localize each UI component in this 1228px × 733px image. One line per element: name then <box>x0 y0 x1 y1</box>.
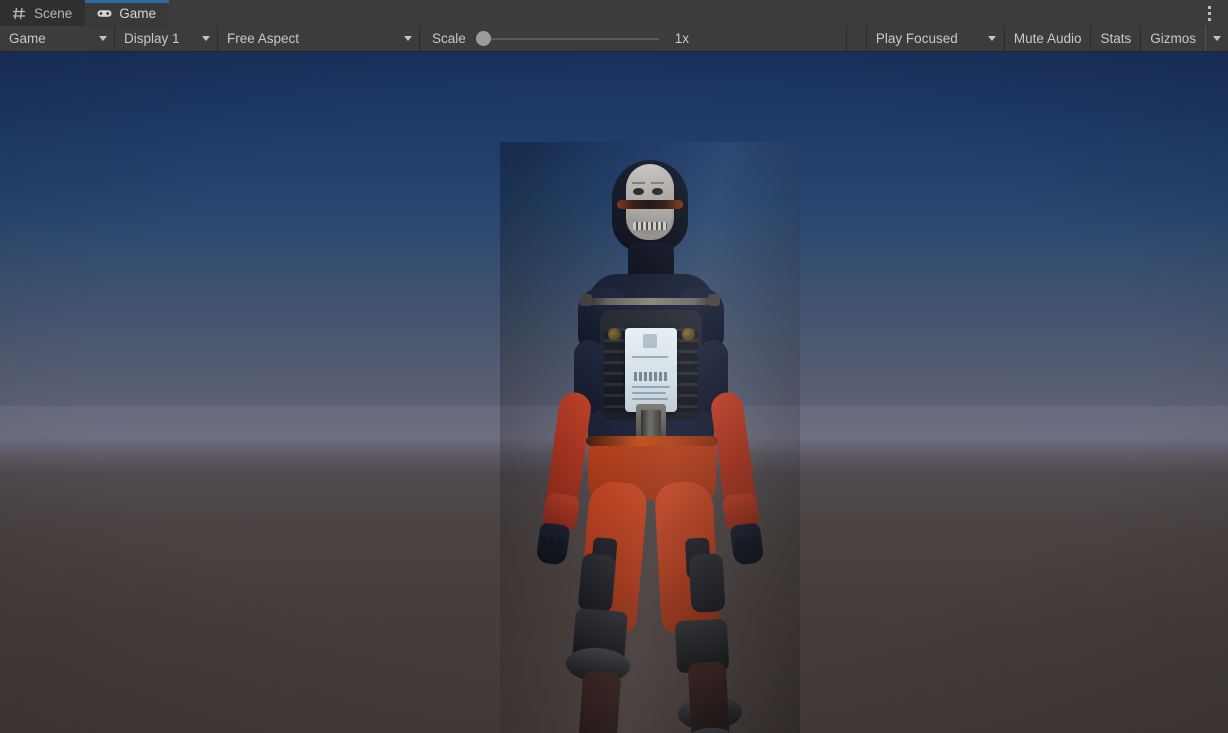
character-hand-left <box>535 522 571 566</box>
chevron-down-icon <box>404 36 412 41</box>
scale-slider-handle[interactable] <box>475 31 491 46</box>
mute-audio-label: Mute Audio <box>1013 31 1082 46</box>
paper-line <box>632 398 668 400</box>
character-finger <box>539 536 547 557</box>
held-paper-document <box>625 328 677 412</box>
display-dropdown[interactable]: Display 1 <box>115 26 218 51</box>
character-knee-pad-right <box>688 553 726 613</box>
gizmos-control: Gizmos <box>1140 26 1228 51</box>
aspect-ratio-label: Free Aspect <box>227 31 300 46</box>
tab-game[interactable]: Game <box>85 0 170 26</box>
paper-line <box>632 356 668 358</box>
toolbar-spacer <box>847 26 866 51</box>
scale-slider-track <box>486 37 659 40</box>
scale-control[interactable]: Scale 1x <box>420 26 847 51</box>
scale-value: 1x <box>674 31 690 46</box>
target-display-dropdown[interactable]: Game <box>0 26 115 51</box>
display-label: Display 1 <box>124 31 180 46</box>
character-shin-left <box>576 670 622 733</box>
game-view-viewport[interactable] <box>0 52 1228 733</box>
character-clavicle-cap <box>708 294 720 306</box>
character-armor-stud <box>608 328 621 341</box>
tab-scene[interactable]: Scene <box>0 0 86 26</box>
character-armor-stud <box>682 328 695 341</box>
character-finger <box>555 538 563 560</box>
play-mode-dropdown[interactable]: Play Focused <box>865 26 1004 51</box>
toolbar-right-group: Play Focused Mute Audio Stats Gizmos <box>865 26 1228 51</box>
chevron-down-icon <box>202 36 210 41</box>
character-hand-right <box>729 522 765 566</box>
character-eye <box>652 188 663 195</box>
gizmos-button[interactable]: Gizmos <box>1141 26 1205 51</box>
target-display-label: Game <box>9 31 46 46</box>
scale-slider[interactable] <box>475 29 659 49</box>
character-brow <box>651 182 664 184</box>
character-finger <box>743 537 751 559</box>
paper-line <box>632 392 666 394</box>
editor-tab-strip: Scene Game <box>0 0 1228 26</box>
grid-icon <box>12 7 27 20</box>
aspect-ratio-dropdown[interactable]: Free Aspect <box>218 26 420 51</box>
kebab-dot <box>1207 17 1211 21</box>
stats-label: Stats <box>1100 31 1132 46</box>
play-mode-label: Play Focused <box>875 31 958 46</box>
character-clavicle-cap <box>580 294 592 306</box>
character-eye <box>633 188 644 195</box>
tab-game-label: Game <box>119 5 157 21</box>
gizmos-label: Gizmos <box>1150 31 1196 46</box>
character-finger <box>751 536 759 558</box>
character-teeth <box>633 222 667 230</box>
character-finger <box>547 537 555 559</box>
gizmos-dropdown-button[interactable] <box>1205 26 1228 51</box>
paper-line <box>632 386 670 388</box>
paper-barcode <box>634 372 668 381</box>
kebab-menu-icon[interactable] <box>1198 0 1220 26</box>
character-belt <box>586 436 718 446</box>
character-brow <box>632 182 645 184</box>
game-view-toolbar: Game Display 1 Free Aspect Scale 1x Play… <box>0 26 1228 52</box>
character-knee-pad-left <box>577 552 617 614</box>
android-character <box>500 142 800 733</box>
paper-emblem <box>643 334 657 348</box>
stats-button[interactable]: Stats <box>1090 26 1140 51</box>
chevron-down-icon <box>99 36 107 41</box>
character-finger <box>735 538 744 560</box>
character-shin-right <box>687 661 731 733</box>
character-clavicle-bar <box>584 298 718 305</box>
character-jaw-clamp <box>617 200 683 209</box>
chevron-down-icon <box>987 36 996 41</box>
kebab-dot <box>1207 11 1211 15</box>
gamepad-icon <box>97 7 112 20</box>
mute-audio-button[interactable]: Mute Audio <box>1003 26 1091 51</box>
tab-scene-label: Scene <box>34 5 73 21</box>
kebab-dot <box>1207 5 1211 9</box>
scale-label: Scale <box>432 31 466 46</box>
chevron-down-icon <box>1213 36 1221 41</box>
